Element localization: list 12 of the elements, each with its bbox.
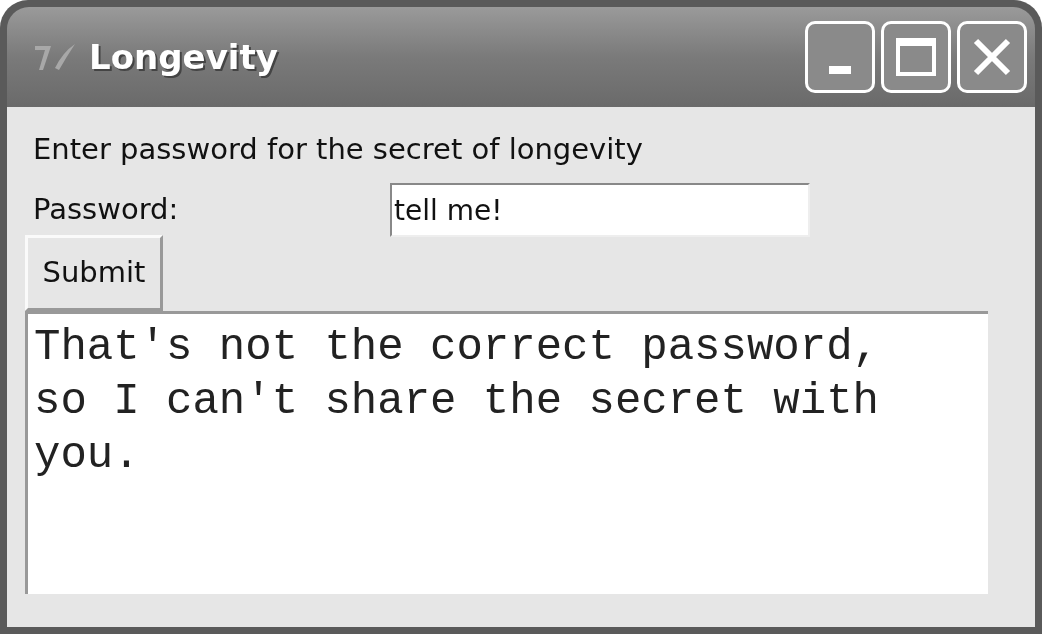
submit-button[interactable]: Submit: [25, 235, 163, 311]
close-icon: [972, 37, 1012, 77]
close-button[interactable]: [957, 21, 1027, 93]
minimize-icon: [829, 66, 851, 74]
output-text: That's not the correct password, so I can't share the secret with you.: [34, 321, 880, 482]
maximize-button[interactable]: [881, 21, 951, 93]
password-label: Password:: [33, 191, 180, 229]
minimize-button[interactable]: [805, 21, 875, 93]
maximize-icon: [896, 38, 936, 76]
window-title: Longevity: [89, 35, 278, 79]
password-field[interactable]: tell me!: [390, 183, 810, 237]
instruction-text: Enter password for the secret of longevity: [33, 131, 644, 168]
